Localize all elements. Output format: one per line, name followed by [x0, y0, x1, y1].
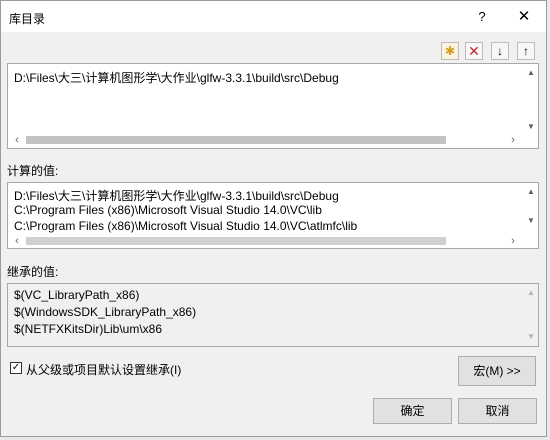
library-directories-dialog: 库目录 ? ✕ ✱ ✕ ↓ ↑ D:\Files\大三\计算机图形学\大作业\g…: [0, 0, 547, 437]
close-button[interactable]: ✕: [509, 1, 539, 32]
inherited-line: $(VC_LibraryPath_x86): [14, 288, 140, 302]
edit-line[interactable]: D:\Files\大三\计算机图形学\大作业\glfw-3.3.1\build\…: [14, 69, 339, 86]
vertical-scrollbar: ▲ ▼: [524, 284, 538, 346]
dialog-title: 库目录: [9, 12, 46, 26]
check-icon: ✓: [11, 362, 21, 373]
scroll-down-icon[interactable]: ▼: [524, 216, 538, 225]
horizontal-scroll-thumb[interactable]: [26, 237, 446, 245]
macros-button[interactable]: 宏(M) >>: [458, 356, 536, 386]
title-bar: 库目录 ? ✕: [1, 1, 546, 32]
scroll-up-icon[interactable]: ▲: [524, 187, 538, 196]
evaluated-values-list[interactable]: D:\Files\大三\计算机图形学\大作业\glfw-3.3.1\build\…: [7, 182, 539, 249]
inherited-values-list: $(VC_LibraryPath_x86) $(WindowsSDK_Libra…: [7, 283, 539, 347]
scroll-up-icon: ▲: [527, 288, 535, 297]
scroll-down-icon: ▼: [527, 332, 535, 341]
inherit-checkbox-label[interactable]: 从父级或项目默认设置继承(I): [26, 361, 181, 378]
evaluated-line: C:\Program Files (x86)\Microsoft Visual …: [14, 203, 322, 217]
vertical-scrollbar[interactable]: ▲ ▼: [524, 64, 538, 134]
inherited-line: $(WindowsSDK_LibraryPath_x86): [14, 305, 197, 319]
scroll-right-icon[interactable]: ›: [506, 234, 520, 248]
scroll-right-icon[interactable]: ›: [506, 133, 520, 147]
horizontal-scrollbar[interactable]: ‹ ›: [8, 234, 538, 248]
evaluated-line: D:\Files\大三\计算机图形学\大作业\glfw-3.3.1\build\…: [14, 189, 339, 203]
inherited-line: $(NETFXKitsDir)Lib\um\x86: [14, 322, 163, 336]
help-button[interactable]: ?: [468, 1, 496, 32]
new-line-button[interactable]: ✱: [441, 42, 459, 60]
scroll-left-icon[interactable]: ‹: [10, 234, 24, 248]
scroll-down-icon[interactable]: ▼: [524, 122, 538, 131]
ok-button[interactable]: 确定: [373, 398, 452, 424]
cancel-button[interactable]: 取消: [458, 398, 537, 424]
horizontal-scroll-thumb[interactable]: [26, 136, 446, 144]
scroll-up-icon[interactable]: ▲: [524, 68, 538, 77]
new-folder-icon: ✱: [444, 44, 456, 58]
scroll-left-icon[interactable]: ‹: [10, 133, 24, 147]
move-down-button[interactable]: ↓: [491, 42, 509, 60]
horizontal-scrollbar[interactable]: ‹ ›: [8, 133, 524, 147]
arrow-down-icon: ↓: [497, 44, 503, 58]
directory-edit-list[interactable]: D:\Files\大三\计算机图形学\大作业\glfw-3.3.1\build\…: [7, 63, 539, 149]
delete-button[interactable]: ✕: [465, 42, 483, 60]
evaluated-line: C:\Program Files (x86)\Microsoft Visual …: [14, 219, 358, 233]
arrow-up-icon: ↑: [523, 44, 529, 58]
evaluated-label: 计算的值:: [7, 164, 59, 178]
delete-icon: ✕: [468, 43, 480, 59]
vertical-scrollbar[interactable]: ▲ ▼: [524, 183, 538, 235]
inherited-label: 继承的值:: [7, 265, 59, 279]
move-up-button[interactable]: ↑: [517, 42, 535, 60]
inherit-checkbox[interactable]: ✓: [10, 362, 22, 374]
